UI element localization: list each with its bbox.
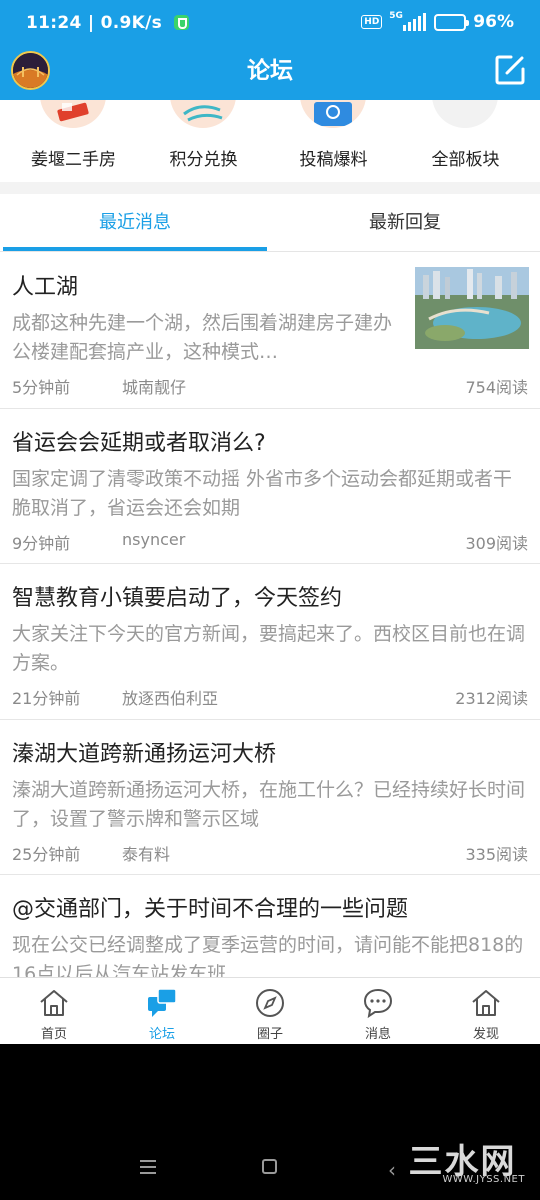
bottom-nav: 首页 论坛 圈子 消息 发现 xyxy=(0,977,540,1044)
nav-label: 首页 xyxy=(40,1027,67,1042)
post-excerpt: 溱湖大道跨新通扬运河大桥，在施工什么？已经持续好长时间了，设置了警示牌和警示区域 xyxy=(12,778,526,830)
watermark: 三水网 WWW.JYSS.NET xyxy=(400,1134,525,1189)
quick-links: 姜堰二手房 积分兑换 投稿爆料 全部板块 xyxy=(0,100,540,182)
house-key-icon xyxy=(40,100,106,128)
signal-icon: 5G xyxy=(389,11,427,31)
nav-home[interactable]: 首页 xyxy=(0,978,108,1045)
nav-circle[interactable]: 圈子 xyxy=(216,978,324,1045)
status-bar: 11:24 | 0.9K/s HD 5G 96% xyxy=(0,0,540,42)
quick-link-points-exchange[interactable]: 积分兑换 xyxy=(136,100,271,182)
avatar[interactable] xyxy=(11,51,50,90)
app-header: 论坛 xyxy=(0,42,540,100)
nav-forum[interactable]: 论坛 xyxy=(108,978,216,1045)
post-title: 人工湖 xyxy=(12,275,79,300)
active-tab-indicator xyxy=(3,247,267,251)
quick-link-label: 积分兑换 xyxy=(169,150,238,170)
nav-label: 消息 xyxy=(364,1027,391,1042)
nav-label: 发现 xyxy=(472,1027,499,1042)
post-views: 335阅读 xyxy=(465,844,528,864)
camera-icon xyxy=(300,100,366,128)
quick-link-label: 姜堰二手房 xyxy=(31,150,116,170)
system-navigation-bar: ‹ 三水网 WWW.JYSS.NET xyxy=(0,1044,540,1200)
post-item[interactable]: 人工湖 成都这种先建一个湖，然后围着湖建房子建办公楼建配套搞产业，这种模式… 5… xyxy=(0,253,540,409)
post-author[interactable]: nsyncer xyxy=(122,530,185,549)
hd-icon: HD xyxy=(361,15,383,29)
post-author[interactable]: 城南靓仔 xyxy=(122,374,186,398)
post-time: 5分钟前 xyxy=(12,378,71,397)
message-icon xyxy=(363,988,393,1019)
post-views: 309阅读 xyxy=(465,533,528,553)
quick-link-label: 全部板块 xyxy=(431,150,500,170)
battery-icon xyxy=(434,13,470,31)
post-title: 智慧教育小镇要启动了，今天签约 xyxy=(12,586,343,611)
post-author[interactable]: 放逐西伯利亞 xyxy=(122,685,218,709)
post-time: 25分钟前 xyxy=(12,844,81,864)
quick-link-all-boards[interactable]: 全部板块 xyxy=(398,100,533,182)
nav-messages[interactable]: 消息 xyxy=(324,978,432,1045)
menu-icon[interactable] xyxy=(140,1160,156,1174)
tab-bar: 最近消息 最新回复 xyxy=(0,194,540,252)
post-item[interactable]: @交通部门，关于时间不合理的一些问题 现在公交已经调整成了夏季运营的时间，请问能… xyxy=(0,875,540,977)
post-excerpt: 国家定调了清零政策不动摇 外省市多个运动会都延期或者干脆取消了，省运会还会如期 xyxy=(12,467,513,519)
post-item[interactable]: 溱湖大道跨新通扬运河大桥 溱湖大道跨新通扬运河大桥，在施工什么？已经持续好长时间… xyxy=(0,720,540,875)
grid-icon xyxy=(432,100,498,128)
quick-link-second-hand-house[interactable]: 姜堰二手房 xyxy=(6,100,141,182)
section-divider xyxy=(0,182,540,194)
post-views: 2312阅读 xyxy=(455,689,528,708)
post-item[interactable]: 省运会会延期或者取消么? 国家定调了清零政策不动摇 外省市多个运动会都延期或者干… xyxy=(0,409,540,564)
discover-icon xyxy=(472,990,500,1016)
tab-latest-replies[interactable]: 最新回复 xyxy=(270,194,540,252)
back-icon[interactable]: ‹ xyxy=(388,1160,396,1180)
post-title: 溱湖大道跨新通扬运河大桥 xyxy=(12,741,277,767)
post-time: 9分钟前 xyxy=(12,533,71,553)
page-title: 论坛 xyxy=(247,58,293,84)
nav-label: 圈子 xyxy=(256,1027,283,1042)
nav-discover[interactable]: 发现 xyxy=(432,978,540,1045)
watermark-url: WWW.JYSS.NET xyxy=(442,1174,525,1185)
battery-level: 96% xyxy=(473,12,514,32)
post-author[interactable]: 泰有料 xyxy=(122,841,170,865)
clock: 11:24 xyxy=(26,13,82,33)
home-button-icon[interactable] xyxy=(262,1159,277,1174)
quick-link-label: 投稿爆料 xyxy=(299,150,368,170)
tab-recent-messages[interactable]: 最近消息 xyxy=(0,194,270,252)
compose-icon[interactable] xyxy=(494,54,526,86)
status-icons: HD 5G 96% xyxy=(361,11,514,32)
post-views: 754阅读 xyxy=(465,378,528,397)
post-excerpt: 大家关注下今天的官方新闻，要搞起来了。西校区目前也在调方案。 xyxy=(12,623,526,674)
chat-bubbles-icon xyxy=(148,988,177,1017)
forum-content: 姜堰二手房 积分兑换 投稿爆料 全部板块 最近消息 最新回复 人工湖 成都这种先… xyxy=(0,100,540,977)
post-title: @交通部门，关于时间不合理的一些问题 xyxy=(12,897,409,922)
status-time: 11:24 | 0.9K/s xyxy=(26,13,190,33)
post-time: 21分钟前 xyxy=(12,689,81,708)
exchange-icon xyxy=(170,100,236,128)
home-icon xyxy=(40,990,68,1016)
quick-link-submit-tip[interactable]: 投稿爆料 xyxy=(266,100,401,182)
network-speed: 0.9K/s xyxy=(100,13,162,33)
post-item[interactable]: 智慧教育小镇要启动了，今天签约 大家关注下今天的官方新闻，要搞起来了。西校区目前… xyxy=(0,564,540,720)
post-list: 人工湖 成都这种先建一个湖，然后围着湖建房子建办公楼建配套搞产业，这种模式… 5… xyxy=(0,253,540,977)
post-excerpt: 现在公交已经调整成了夏季运营的时间，请问能不能把818的16点以后从汽车站发车班 xyxy=(12,934,524,977)
post-thumbnail[interactable] xyxy=(415,267,529,349)
post-excerpt: 成都这种先建一个湖，然后围着湖建房子建办公楼建配套搞产业，这种模式… xyxy=(12,312,393,363)
compass-icon xyxy=(256,989,284,1017)
post-title: 省运会会延期或者取消么? xyxy=(12,430,266,456)
shield-icon xyxy=(174,15,190,30)
nav-label: 论坛 xyxy=(148,1027,175,1042)
